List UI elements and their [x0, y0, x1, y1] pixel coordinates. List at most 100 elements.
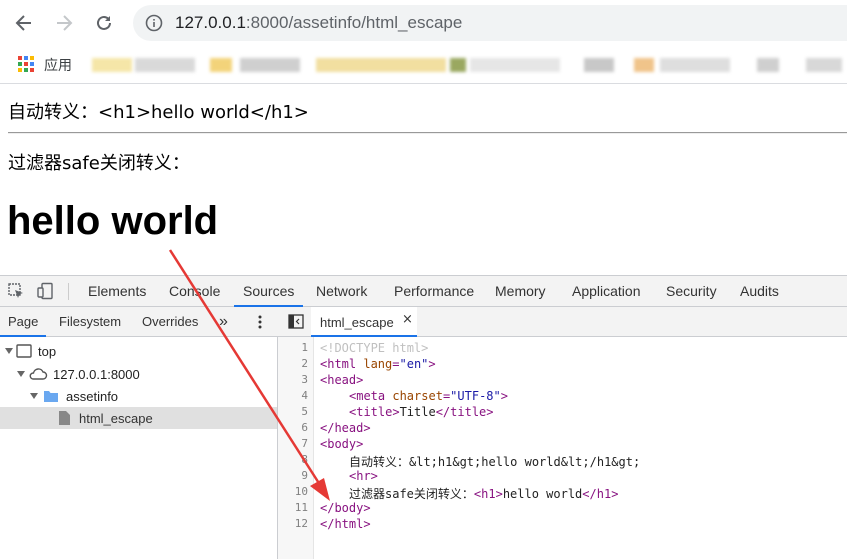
tree-item-assetinfo[interactable]: assetinfo: [0, 385, 277, 407]
tag-token: <hr>: [349, 469, 378, 483]
tab-elements[interactable]: Elements: [88, 276, 146, 307]
tab-application[interactable]: Application: [572, 276, 641, 307]
tree-label: html_escape: [79, 411, 153, 426]
tab-overrides[interactable]: Overrides: [142, 307, 198, 337]
more-tabs-button[interactable]: »: [219, 307, 228, 337]
info-icon[interactable]: [145, 14, 163, 32]
blurred-bookmark[interactable]: [470, 58, 560, 72]
line-number: 8: [301, 453, 308, 466]
editor-tab-html-escape[interactable]: html_escape ×: [311, 307, 417, 337]
page-content: 自动转义：<h1>hello world</h1> 过滤器safe关闭转义： h…: [0, 85, 847, 275]
arrow-right-icon: [57, 15, 73, 31]
line-number-gutter: 1 2 3 4 5 6 7 8 9 10 11 12: [278, 337, 314, 559]
frame-icon: [16, 344, 32, 358]
blurred-bookmark[interactable]: [806, 58, 842, 72]
blurred-bookmark[interactable]: [240, 58, 300, 72]
sources-navigator: Page Filesystem Overrides » top 127.0.0.…: [0, 307, 278, 559]
cloud-icon: [29, 368, 48, 380]
line-number: 4: [301, 389, 308, 402]
code-line: </body>: [320, 501, 371, 515]
value-token: "en": [399, 357, 429, 371]
expand-triangle-icon[interactable]: [5, 348, 13, 354]
kebab-menu-icon[interactable]: [256, 314, 264, 330]
tree-item-top[interactable]: top: [0, 340, 277, 362]
tab-sources[interactable]: Sources: [234, 276, 304, 307]
line-number: 9: [301, 469, 308, 482]
tab-filesystem[interactable]: Filesystem: [59, 307, 121, 337]
arrow-left-icon: [15, 15, 31, 31]
file-icon: [59, 411, 70, 425]
blurred-bookmark[interactable]: [634, 58, 654, 72]
tab-network[interactable]: Network: [316, 276, 367, 307]
url-host: 127.0.0.1: [175, 13, 246, 32]
toggle-navigator-icon[interactable]: [288, 314, 304, 329]
tree-label: 127.0.0.1:8000: [53, 367, 140, 382]
hello-world-heading: hello world: [7, 199, 219, 243]
tree-label: top: [38, 344, 57, 359]
editor-tabs: html_escape ×: [278, 307, 847, 337]
expand-triangle-icon[interactable]: [17, 371, 25, 377]
blurred-bookmark[interactable]: [210, 58, 232, 72]
tag-token: </h1>: [582, 487, 619, 501]
inspect-element-icon[interactable]: [7, 282, 25, 300]
blurred-bookmark[interactable]: [316, 58, 446, 72]
address-bar[interactable]: 127.0.0.1:8000/assetinfo/html_escape: [133, 5, 847, 41]
tab-page[interactable]: Page: [0, 307, 47, 337]
attr-token: lang: [363, 357, 393, 371]
browser-toolbar: 127.0.0.1:8000/assetinfo/html_escape: [0, 0, 847, 46]
blurred-bookmark[interactable]: [92, 58, 132, 72]
blurred-bookmark[interactable]: [450, 58, 466, 72]
tree-label: assetinfo: [66, 389, 119, 404]
code-line: <head>: [320, 373, 363, 387]
apps-grid-icon[interactable]: [17, 55, 35, 73]
text-token: hello world: [502, 487, 583, 501]
auto-escape-text: 自动转义：<h1>hello world</h1>: [8, 102, 309, 123]
blurred-bookmark[interactable]: [660, 58, 730, 72]
reload-button[interactable]: [90, 9, 118, 37]
navigator-tabs: Page Filesystem Overrides »: [0, 307, 278, 337]
folder-icon: [44, 391, 58, 402]
tag-token: <title>: [349, 405, 400, 419]
line-number: 5: [301, 405, 308, 418]
tag-token: >: [428, 357, 436, 371]
blurred-bookmark[interactable]: [584, 58, 614, 72]
back-button[interactable]: [10, 9, 38, 37]
editor-tab-label: html_escape: [320, 315, 394, 330]
expand-triangle-icon[interactable]: [30, 393, 38, 399]
tag-token: </title>: [435, 405, 494, 419]
tag-token: </head>: [320, 421, 371, 435]
tree-item-html-escape[interactable]: html_escape: [0, 407, 277, 429]
line-number: 11: [294, 501, 308, 514]
tab-memory[interactable]: Memory: [495, 276, 546, 307]
forward-button[interactable]: [50, 9, 78, 37]
horizontal-rule: [8, 132, 847, 134]
devtools-tabbar: Elements Console Sources Network Perform…: [0, 275, 847, 307]
blurred-bookmark[interactable]: [135, 58, 195, 72]
tab-performance[interactable]: Performance: [394, 276, 474, 307]
apps-bookmark-label[interactable]: 应用: [44, 55, 72, 75]
code-line: </html>: [320, 517, 371, 531]
close-tab-icon[interactable]: ×: [402, 312, 413, 327]
bookmarks-bar: 应用: [0, 46, 847, 84]
url-path: :8000/assetinfo/html_escape: [245, 13, 463, 32]
value-token: "UTF-8": [450, 389, 501, 403]
line-number: 12: [294, 517, 308, 530]
source-editor: html_escape × 1 2 3 4 5 6 7 8 9 10 11 12…: [278, 307, 847, 559]
tab-security[interactable]: Security: [666, 276, 717, 307]
blurred-bookmark[interactable]: [757, 58, 779, 72]
tag-token: </html>: [320, 517, 371, 531]
code-line: 自动转义：&lt;h1&gt;hello world&lt;/h1&gt;: [349, 453, 640, 470]
line-number: 1: [301, 341, 308, 354]
device-toolbar-icon[interactable]: [36, 282, 54, 300]
tag-token: >: [500, 389, 508, 403]
tab-audits[interactable]: Audits: [740, 276, 779, 307]
tag-token: <head>: [320, 373, 364, 387]
text-token: 过滤器safe关闭转义：: [349, 487, 474, 501]
code-line: <html lang="en">: [320, 357, 436, 371]
tab-console[interactable]: Console: [169, 276, 220, 307]
line-number: 2: [301, 357, 308, 370]
reload-icon: [97, 15, 111, 30]
tag-token: =: [392, 357, 400, 371]
tree-item-host[interactable]: 127.0.0.1:8000: [0, 363, 277, 385]
line-number: 7: [301, 437, 308, 450]
